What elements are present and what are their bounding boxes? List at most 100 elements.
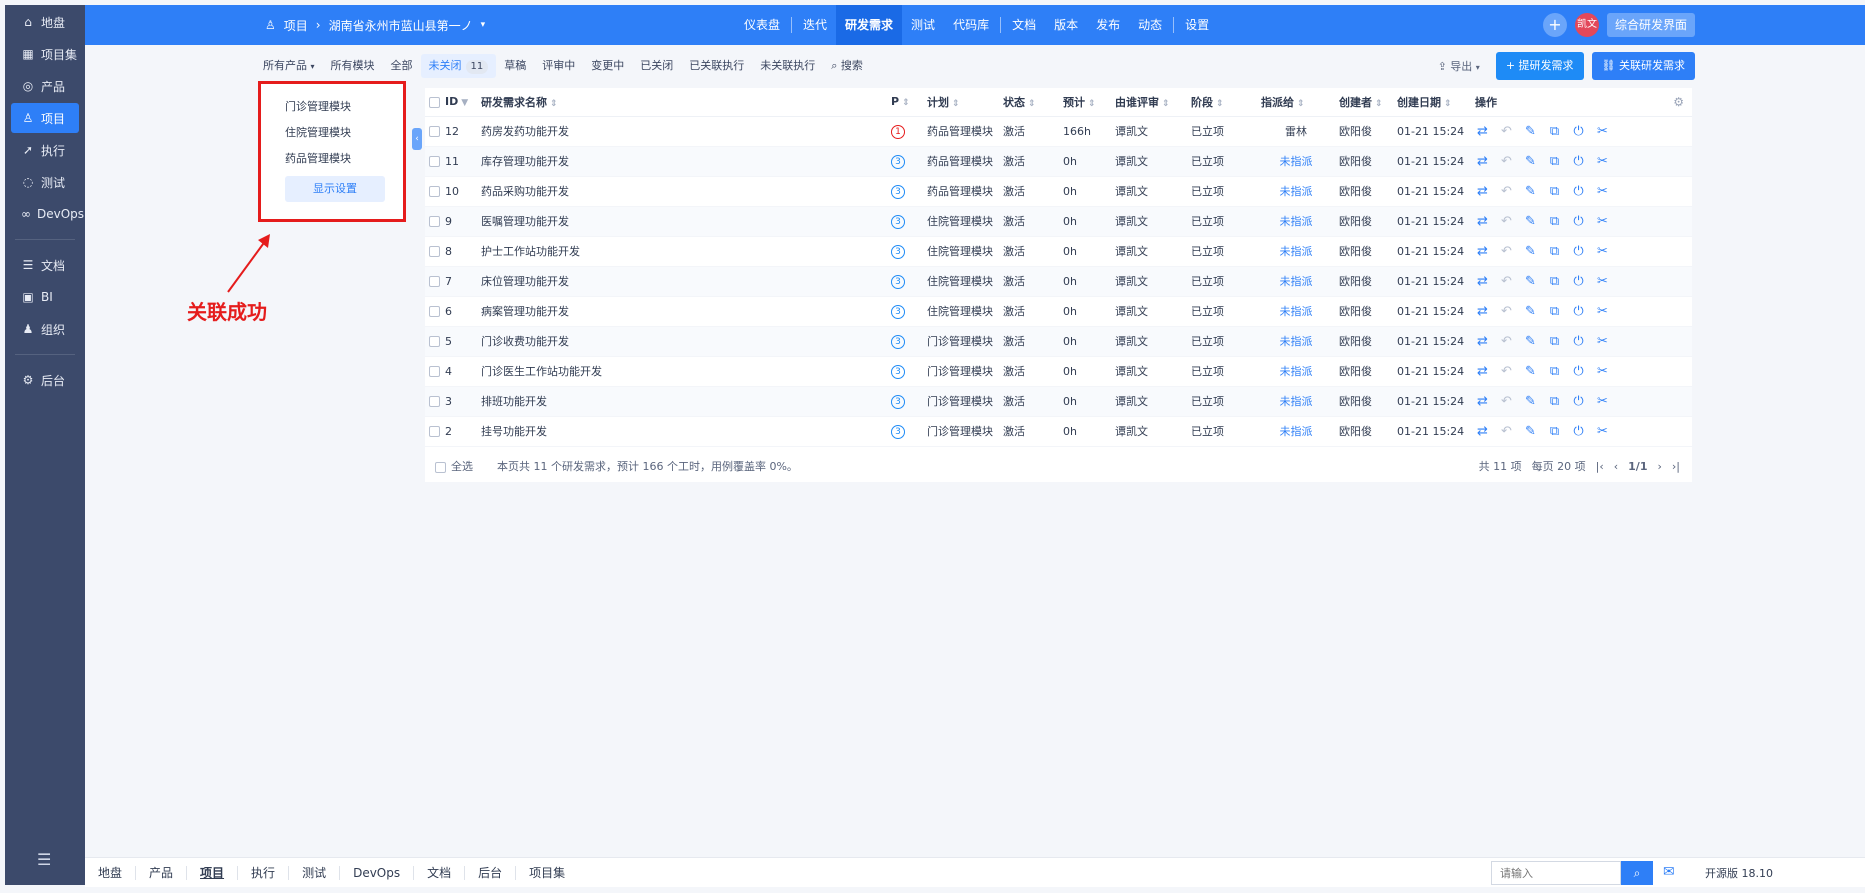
filter-tab-1[interactable]: 未关闭 11 bbox=[420, 54, 497, 78]
last-page-icon[interactable]: ›| bbox=[1672, 460, 1680, 473]
filter-tab-2[interactable]: 草稿 bbox=[496, 54, 534, 78]
column-header[interactable]: 阶段 ⇕ bbox=[1187, 88, 1257, 117]
undo-icon[interactable]: ↶ bbox=[1499, 364, 1514, 379]
filter-tab-5[interactable]: 已关闭 bbox=[632, 54, 681, 78]
nav-item-1[interactable]: ▦ 项目集 bbox=[11, 39, 79, 69]
row-checkbox[interactable] bbox=[429, 126, 440, 137]
change-icon[interactable]: ⇄ bbox=[1475, 184, 1490, 199]
prev-page-icon[interactable]: ‹ bbox=[1614, 460, 1618, 473]
first-page-icon[interactable]: |‹ bbox=[1596, 460, 1604, 473]
undo-icon[interactable]: ↶ bbox=[1499, 304, 1514, 319]
sort-icon[interactable]: ⇕ bbox=[1444, 99, 1452, 109]
assign-link[interactable]: 未指派 bbox=[1280, 365, 1313, 378]
unlink-icon[interactable]: ✂ bbox=[1595, 184, 1610, 199]
assign-link[interactable]: 未指派 bbox=[1280, 335, 1313, 348]
header-tab-7[interactable]: 发布 bbox=[1087, 5, 1129, 45]
create-story-button[interactable]: + 提研发需求 bbox=[1495, 52, 1584, 80]
filter-tab-0[interactable]: 全部 bbox=[383, 54, 421, 78]
split-icon[interactable]: ⧉ bbox=[1547, 394, 1562, 409]
global-search-input[interactable] bbox=[1491, 861, 1621, 885]
assign-link[interactable]: 未指派 bbox=[1280, 155, 1313, 168]
unlink-icon[interactable]: ✂ bbox=[1595, 244, 1610, 259]
table-row[interactable]: 4 门诊医生工作站功能开发 3 门诊管理模块 激活 0h 谭凯文 已立项 未指派 欧阳俊 01-21… bbox=[425, 356, 1692, 387]
column-header[interactable]: 计划 ⇕ bbox=[923, 88, 999, 117]
row-checkbox[interactable] bbox=[429, 246, 440, 257]
table-row[interactable]: 9 医嘱管理功能开发 3 住院管理模块 激活 0h 谭凯文 已立项 未指派 欧阳俊 01-21 15… bbox=[425, 206, 1692, 237]
unlink-icon[interactable]: ✂ bbox=[1595, 394, 1610, 409]
assign-link[interactable]: 未指派 bbox=[1280, 305, 1313, 318]
search-button[interactable]: ⌕ 搜索 bbox=[823, 54, 871, 78]
power-icon[interactable]: ⏻ bbox=[1571, 214, 1586, 229]
header-tab-5[interactable]: 文档 bbox=[1003, 5, 1045, 45]
header-tab-9[interactable]: 设置 bbox=[1176, 5, 1218, 45]
edit-icon[interactable]: ✎ bbox=[1523, 124, 1538, 139]
nav-item-10[interactable]: ⚙ 后台 bbox=[11, 365, 79, 395]
nav-item-7[interactable]: ☰ 文档 bbox=[11, 250, 79, 280]
power-icon[interactable]: ⏻ bbox=[1571, 244, 1586, 259]
unlink-icon[interactable]: ✂ bbox=[1595, 124, 1610, 139]
change-icon[interactable]: ⇄ bbox=[1475, 154, 1490, 169]
story-name-link[interactable]: 门诊医生工作站功能开发 bbox=[477, 356, 887, 387]
per-page-select[interactable]: 每页 20 项 bbox=[1532, 458, 1586, 474]
header-tab-0[interactable]: 仪表盘 bbox=[735, 5, 789, 45]
undo-icon[interactable]: ↶ bbox=[1499, 424, 1514, 439]
row-checkbox[interactable] bbox=[429, 336, 440, 347]
change-icon[interactable]: ⇄ bbox=[1475, 364, 1490, 379]
change-icon[interactable]: ⇄ bbox=[1475, 214, 1490, 229]
unlink-icon[interactable]: ✂ bbox=[1595, 304, 1610, 319]
filter-tab-3[interactable]: 评审中 bbox=[534, 54, 583, 78]
assign-link[interactable]: 雷林 bbox=[1285, 125, 1307, 138]
power-icon[interactable]: ⏻ bbox=[1571, 184, 1586, 199]
story-name-link[interactable]: 医嘱管理功能开发 bbox=[477, 206, 887, 237]
bottom-nav-item[interactable]: 项目集 bbox=[516, 866, 578, 880]
split-icon[interactable]: ⧉ bbox=[1547, 304, 1562, 319]
table-row[interactable]: 3 排班功能开发 3 门诊管理模块 激活 0h 谭凯文 已立项 未指派 欧阳俊 01-21 15:2… bbox=[425, 386, 1692, 417]
next-page-icon[interactable]: › bbox=[1657, 460, 1661, 473]
undo-icon[interactable]: ↶ bbox=[1499, 274, 1514, 289]
story-name-link[interactable]: 库存管理功能开发 bbox=[477, 146, 887, 177]
split-icon[interactable]: ⧉ bbox=[1547, 154, 1562, 169]
header-checkbox[interactable] bbox=[429, 96, 440, 108]
edit-icon[interactable]: ✎ bbox=[1523, 184, 1538, 199]
story-name-link[interactable]: 护士工作站功能开发 bbox=[477, 236, 887, 267]
edit-icon[interactable]: ✎ bbox=[1523, 394, 1538, 409]
row-checkbox[interactable] bbox=[429, 366, 440, 377]
story-name-link[interactable]: 挂号功能开发 bbox=[477, 416, 887, 447]
split-icon[interactable]: ⧉ bbox=[1547, 124, 1562, 139]
nav-item-2[interactable]: ◎ 产品 bbox=[11, 71, 79, 101]
undo-icon[interactable]: ↶ bbox=[1499, 394, 1514, 409]
chat-icon[interactable]: ✉ bbox=[1663, 864, 1675, 880]
table-row[interactable]: 5 门诊收费功能开发 3 门诊管理模块 激活 0h 谭凯文 已立项 未指派 欧阳俊 01-21 15… bbox=[425, 326, 1692, 357]
row-checkbox[interactable] bbox=[429, 156, 440, 167]
export-button[interactable]: ⇪ 导出 ▾ bbox=[1438, 58, 1480, 74]
column-header[interactable]: 状态 ⇕ bbox=[999, 88, 1059, 117]
select-all[interactable]: 全选 bbox=[435, 458, 473, 474]
header-tab-2[interactable]: 研发需求 bbox=[836, 5, 903, 45]
search-icon[interactable]: ⌕ bbox=[1621, 861, 1653, 885]
nav-item-5[interactable]: ◌ 测试 bbox=[11, 167, 79, 197]
edit-icon[interactable]: ✎ bbox=[1523, 244, 1538, 259]
table-row[interactable]: 10 药品采购功能开发 3 药品管理模块 激活 0h 谭凯文 已立项 未指派 欧阳俊 01-21 1… bbox=[425, 176, 1692, 207]
column-header[interactable]: 预计 ⇕ bbox=[1059, 88, 1111, 117]
sort-icon[interactable]: ⇕ bbox=[952, 99, 960, 109]
undo-icon[interactable]: ↶ bbox=[1499, 184, 1514, 199]
split-icon[interactable]: ⧉ bbox=[1547, 214, 1562, 229]
change-icon[interactable]: ⇄ bbox=[1475, 304, 1490, 319]
story-name-link[interactable]: 排班功能开发 bbox=[477, 386, 887, 417]
filter-tab-4[interactable]: 变更中 bbox=[583, 54, 632, 78]
edit-icon[interactable]: ✎ bbox=[1523, 214, 1538, 229]
change-icon[interactable]: ⇄ bbox=[1475, 124, 1490, 139]
avatar[interactable]: 凯文 bbox=[1574, 13, 1599, 37]
undo-icon[interactable]: ↶ bbox=[1499, 334, 1514, 349]
edit-icon[interactable]: ✎ bbox=[1523, 154, 1538, 169]
power-icon[interactable]: ⏻ bbox=[1571, 304, 1586, 319]
edit-icon[interactable]: ✎ bbox=[1523, 274, 1538, 289]
breadcrumb-root[interactable]: 项目 bbox=[284, 17, 308, 34]
sort-icon[interactable]: ⇕ bbox=[1297, 99, 1305, 109]
row-checkbox[interactable] bbox=[429, 426, 440, 437]
display-settings-button[interactable]: 显示设置 bbox=[285, 176, 385, 202]
undo-icon[interactable]: ↶ bbox=[1499, 154, 1514, 169]
column-header[interactable]: 创建者 ⇕ bbox=[1335, 88, 1393, 117]
unlink-icon[interactable]: ✂ bbox=[1595, 274, 1610, 289]
story-name-link[interactable]: 药房发药功能开发 bbox=[477, 116, 887, 147]
